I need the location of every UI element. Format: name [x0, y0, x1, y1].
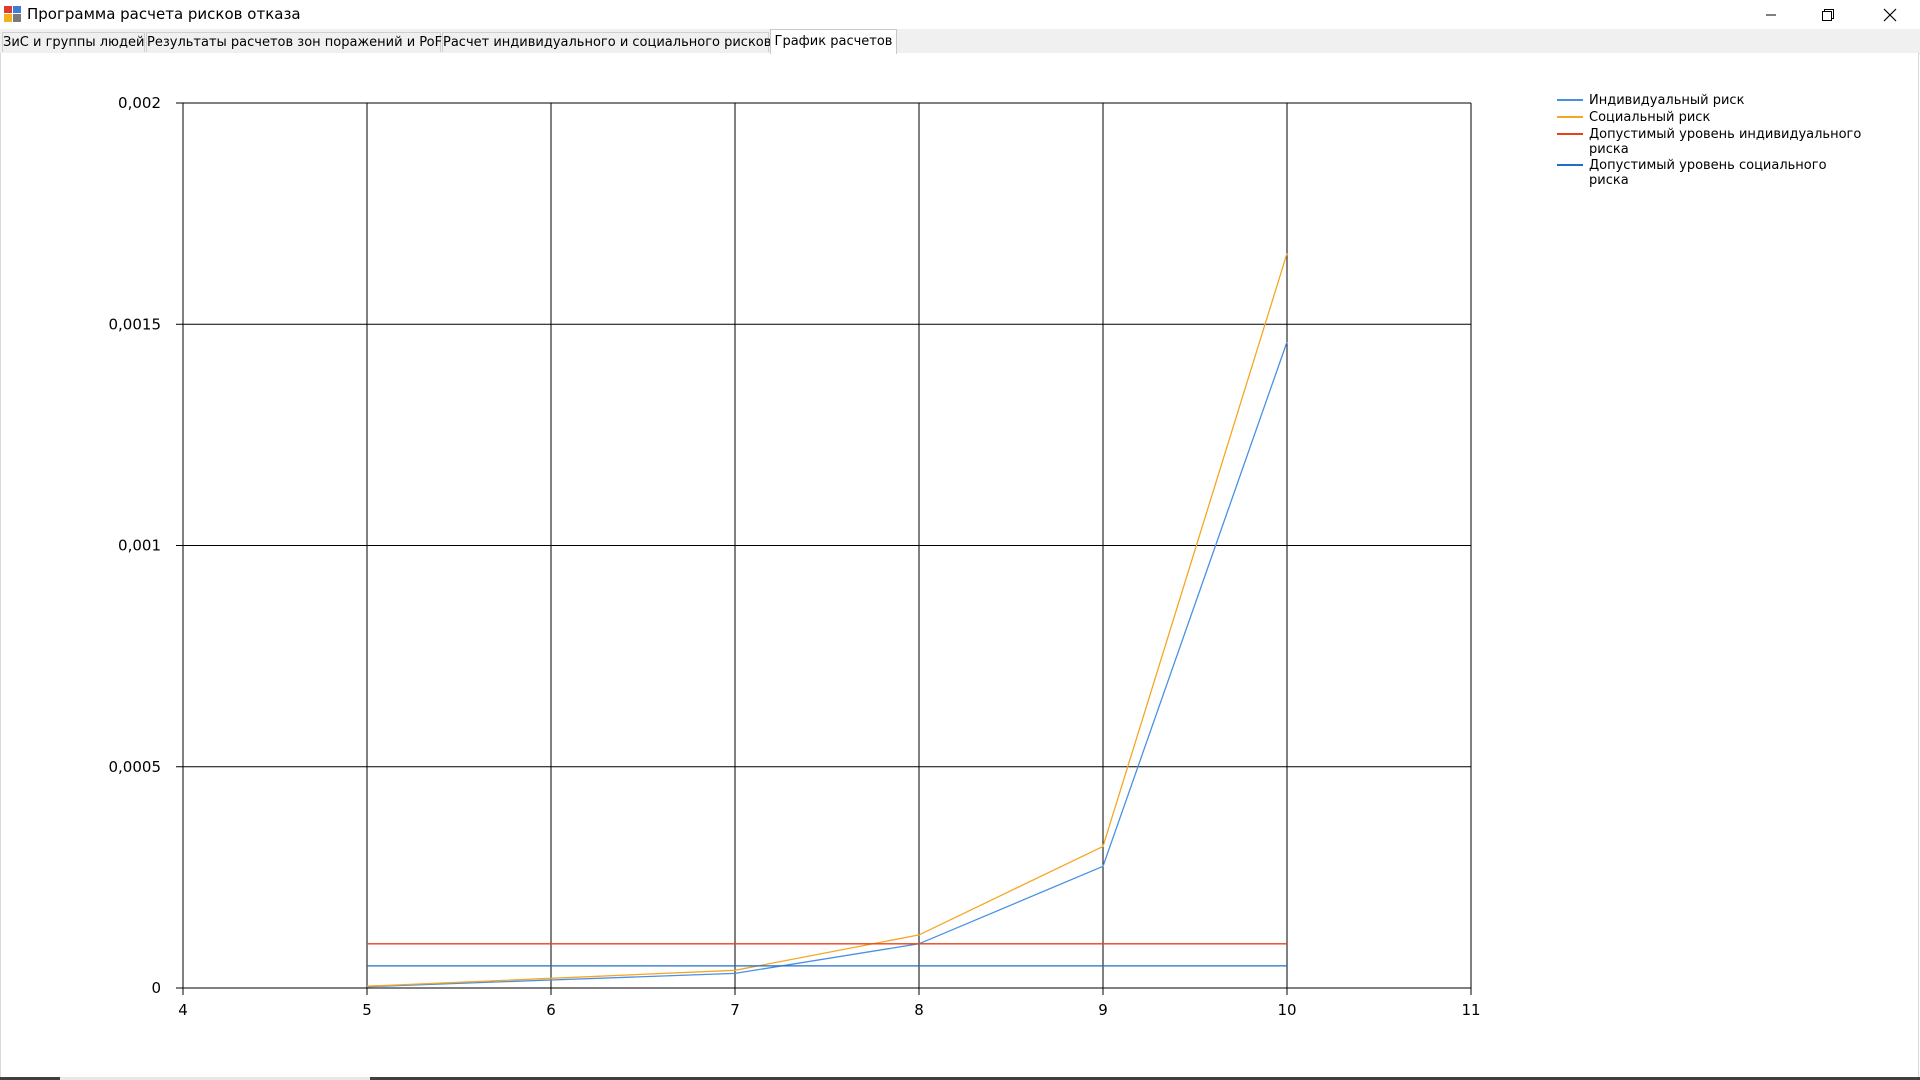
- legend-label-3: Допустимый уровень социального риска: [1589, 158, 1827, 188]
- series-line-0: [366, 341, 1288, 988]
- chart-legend: Индивидуальный риск Социальный риск Допуст…: [1557, 93, 1861, 188]
- y-tick-label: 0,001: [118, 537, 161, 555]
- x-tick-label: 10: [1277, 1001, 1296, 1019]
- chart-series: [366, 253, 1288, 988]
- x-tick-label: 11: [1461, 1001, 1480, 1019]
- y-tick-label: 0: [151, 979, 161, 997]
- x-axis-ticks: 4 5 6 7 8 9 10 11: [178, 988, 1481, 1019]
- risk-chart: 4 5 6 7 8 9 10 11 0 0,0005 0,001 0,0015 0,002 Индив…: [109, 93, 1862, 1019]
- y-tick-label: 0,0005: [109, 758, 162, 776]
- x-tick-label: 4: [178, 1001, 188, 1019]
- legend-label-1: Социальный риск: [1589, 110, 1710, 125]
- y-tick-label: 0,0015: [109, 315, 162, 333]
- legend-label-0: Индивидуальный риск: [1589, 93, 1745, 108]
- x-tick-label: 5: [362, 1001, 372, 1019]
- series-line-1: [366, 253, 1288, 987]
- tab-calculation-chart[interactable]: График расчетов: [770, 29, 897, 54]
- x-tick-label: 7: [730, 1001, 740, 1019]
- y-tick-label: 0,002: [118, 94, 161, 112]
- y-axis-ticks: 0 0,0005 0,001 0,0015 0,002: [109, 94, 183, 997]
- x-tick-label: 6: [546, 1001, 556, 1019]
- x-tick-label: 8: [914, 1001, 924, 1019]
- legend-label-2: Допустимый уровень индивидуального риска: [1589, 127, 1861, 157]
- x-tick-label: 9: [1098, 1001, 1108, 1019]
- chart-grid: [182, 102, 1472, 989]
